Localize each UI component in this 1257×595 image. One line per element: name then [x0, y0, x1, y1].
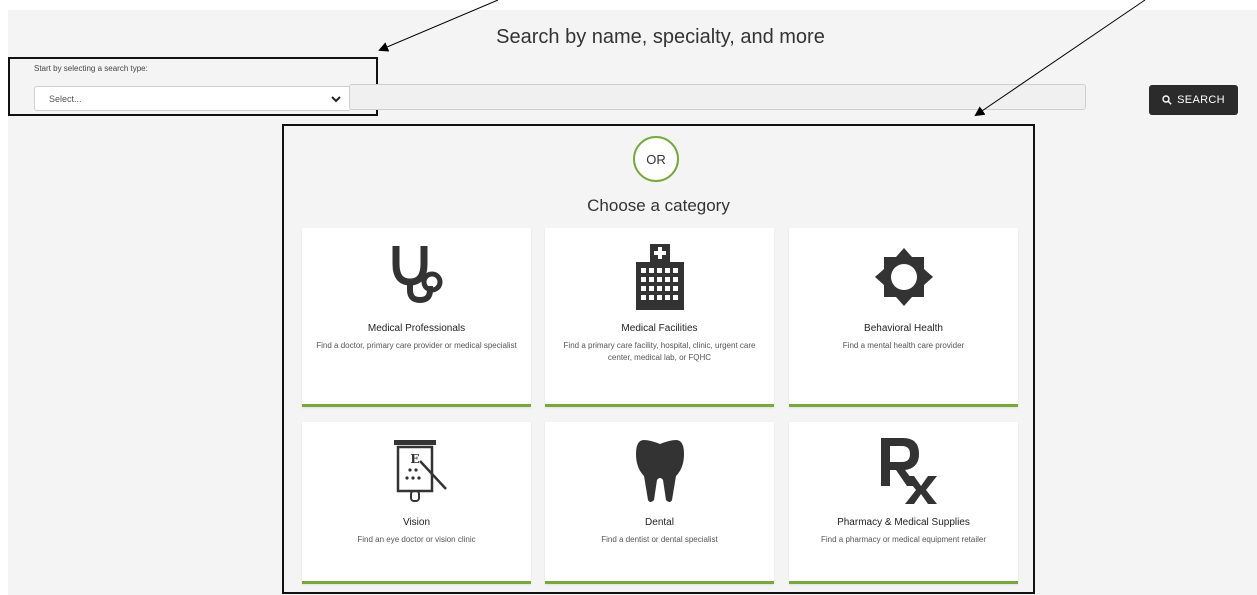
category-title: Pharmacy & Medical Supplies: [837, 517, 970, 528]
chevron-down-icon: [331, 96, 341, 103]
search-button[interactable]: SEARCH: [1149, 85, 1238, 115]
svg-text:E: E: [410, 452, 419, 466]
category-title: Medical Facilities: [621, 323, 698, 334]
search-input[interactable]: [349, 84, 1086, 110]
category-card-vision[interactable]: E Vision Find an eye doctor or vision cl…: [302, 422, 531, 584]
search-icon: [1162, 95, 1172, 105]
search-type-select[interactable]: Select...: [34, 86, 351, 111]
search-type-label: Start by selecting a search type:: [34, 64, 148, 73]
category-title: Vision: [402, 517, 431, 528]
sun-icon: [874, 248, 933, 306]
category-description: Find a primary care facility, hospital, …: [563, 341, 756, 362]
category-description: Find an eye doctor or vision clinic: [357, 535, 476, 544]
page-title: Search by name, specialty, and more: [496, 26, 825, 48]
category-description: Find a doctor, primary care provider or …: [316, 341, 517, 350]
category-description: Find a dentist or dental specialist: [601, 535, 718, 544]
eye-chart-icon: E: [393, 440, 447, 502]
search-button-label: SEARCH: [1177, 94, 1225, 106]
category-description: Find a pharmacy or medical equipment ret…: [821, 535, 986, 544]
rx-icon: [880, 438, 937, 504]
category-card-medical-facilities[interactable]: Medical Facilities Find a primary care f…: [545, 228, 774, 407]
category-title: Behavioral Health: [864, 323, 943, 334]
hospital-building-icon: [635, 244, 684, 310]
category-title: Medical Professionals: [367, 323, 466, 334]
category-card-behavioral-health[interactable]: Behavioral Health Find a mental health c…: [789, 228, 1018, 407]
or-divider: OR: [633, 136, 679, 182]
category-card-medical-professionals[interactable]: Medical Professionals Find a doctor, pri…: [302, 228, 531, 407]
search-type-section: Start by selecting a search type: Select…: [8, 57, 378, 116]
category-card-pharmacy[interactable]: Pharmacy & Medical Supplies Find a pharm…: [789, 422, 1018, 584]
search-type-value: Select...: [49, 94, 82, 104]
stethoscope-icon: [392, 246, 442, 304]
category-description: Find a mental health care provider: [842, 341, 965, 350]
category-title: Dental: [645, 517, 674, 528]
category-heading: Choose a category: [587, 196, 730, 215]
category-card-dental[interactable]: Dental Find a dentist or dental speciali…: [545, 422, 774, 584]
tooth-icon: [635, 440, 684, 502]
